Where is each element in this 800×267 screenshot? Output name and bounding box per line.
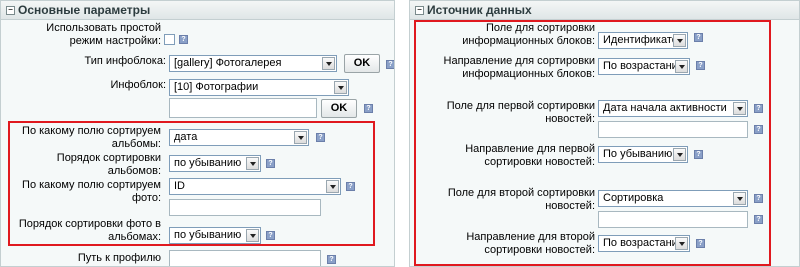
news-sort1-value: Дата начала активности xyxy=(603,102,727,114)
profile-path-input[interactable] xyxy=(169,250,321,266)
panel-title: Основные параметры xyxy=(18,3,151,17)
iblock-type-ok-button[interactable]: OK xyxy=(344,54,380,73)
help-icon[interactable]: ? xyxy=(754,194,763,203)
iblock-sort-dir-value: По возрастанию xyxy=(603,60,687,72)
main-parameters-panel: − Основные параметры Использовать просто… xyxy=(0,0,395,267)
album-sort-field-value: дата xyxy=(174,131,198,143)
help-icon[interactable]: ? xyxy=(364,104,373,113)
chevron-down-icon xyxy=(673,34,686,47)
chevron-down-icon xyxy=(675,237,688,250)
news-dir1-value: По убыванию xyxy=(603,148,673,160)
chevron-down-icon xyxy=(334,81,347,94)
iblock-label: Инфоблок: xyxy=(110,79,166,91)
simple-mode-checkbox[interactable] xyxy=(164,34,175,45)
chevron-down-icon xyxy=(733,192,746,205)
chevron-down-icon xyxy=(675,60,688,73)
panel-title: Источник данных xyxy=(427,3,532,17)
news-dir2-value: По возрастанию xyxy=(603,237,687,249)
help-icon[interactable]: ? xyxy=(696,61,705,70)
iblock-type-label: Тип инфоблока: xyxy=(84,55,166,67)
news-sort2-select[interactable]: Сортировка xyxy=(598,190,748,207)
photo-sort-field-label: По какому полю сортируем фото: xyxy=(22,179,161,204)
chevron-down-icon xyxy=(673,148,686,161)
minus-icon[interactable]: − xyxy=(415,6,424,15)
news-dir2-label: Направление для второй сортировки новост… xyxy=(466,231,595,256)
help-icon[interactable]: ? xyxy=(266,231,275,240)
album-sort-field-select[interactable]: дата xyxy=(169,129,309,146)
iblock-sort-field-value: Идентификатор xyxy=(603,34,684,46)
chevron-down-icon xyxy=(326,180,339,193)
main-parameters-header[interactable]: − Основные параметры xyxy=(1,1,394,20)
help-icon[interactable]: ? xyxy=(754,104,763,113)
chevron-down-icon xyxy=(733,102,746,115)
album-sort-order-label: Порядок сортировки альбомов: xyxy=(56,152,161,177)
news-sort1-label: Поле для первой сортировки новостей: xyxy=(446,100,595,125)
news-dir1-label: Направление для первой сортировки новост… xyxy=(465,143,595,168)
news-dir2-select[interactable]: По возрастанию xyxy=(598,235,690,252)
chevron-down-icon xyxy=(322,57,335,70)
iblock-type-value: [gallery] Фотогалерея xyxy=(174,57,282,69)
help-icon[interactable]: ? xyxy=(696,239,705,248)
photo-sort-order-select[interactable]: по убыванию xyxy=(169,227,261,244)
album-sort-field-label: По какому полю сортируем альбомы: xyxy=(22,125,161,150)
news-sort1-extra-input[interactable] xyxy=(598,121,748,138)
iblock-select[interactable]: [10] Фотографии xyxy=(169,79,349,96)
data-source-panel: − Источник данных Поле для сортировки ин… xyxy=(409,0,800,267)
iblock-extra-input[interactable] xyxy=(169,98,317,118)
photo-sort-order-value: по убыванию xyxy=(174,229,242,241)
news-sort2-value: Сортировка xyxy=(603,192,664,204)
news-sort2-label: Поле для второй сортировки новостей: xyxy=(447,187,595,212)
iblock-sort-field-label: Поле для сортировки информационных блоко… xyxy=(462,22,595,47)
photo-sort-field-value: ID xyxy=(174,180,185,192)
data-source-header[interactable]: − Источник данных xyxy=(410,1,799,20)
help-icon[interactable]: ? xyxy=(327,255,336,264)
iblock-value: [10] Фотографии xyxy=(174,81,259,93)
news-dir1-select[interactable]: По убыванию xyxy=(598,146,688,163)
chevron-down-icon xyxy=(246,229,259,242)
photo-sort-order-label: Порядок сортировки фото в альбомах: xyxy=(18,218,161,243)
help-icon[interactable]: ? xyxy=(694,33,703,42)
news-sort1-select[interactable]: Дата начала активности xyxy=(598,100,748,117)
album-sort-order-select[interactable]: по убыванию xyxy=(169,155,261,172)
iblock-sort-field-select[interactable]: Идентификатор xyxy=(598,32,688,49)
iblock-sort-dir-label: Направление для сортировки информационны… xyxy=(443,55,595,80)
help-icon[interactable]: ? xyxy=(346,182,355,191)
help-icon[interactable]: ? xyxy=(754,125,763,134)
help-icon[interactable]: ? xyxy=(266,159,275,168)
help-icon[interactable]: ? xyxy=(694,150,703,159)
help-icon[interactable]: ? xyxy=(386,60,394,69)
album-sort-order-value: по убыванию xyxy=(174,157,242,169)
minus-icon[interactable]: − xyxy=(6,6,15,15)
help-icon[interactable]: ? xyxy=(754,215,763,224)
simple-mode-label: Использовать простой режим настройки: xyxy=(46,22,161,47)
chevron-down-icon xyxy=(294,131,307,144)
news-sort2-extra-input[interactable] xyxy=(598,211,748,228)
iblock-sort-dir-select[interactable]: По возрастанию xyxy=(598,58,690,75)
help-icon[interactable]: ? xyxy=(179,35,188,44)
iblock-type-select[interactable]: [gallery] Фотогалерея xyxy=(169,55,337,72)
iblock-ok-button[interactable]: OK xyxy=(321,99,357,118)
help-icon[interactable]: ? xyxy=(316,133,325,142)
photo-sort-extra-input[interactable] xyxy=(169,199,321,216)
profile-path-label: Путь к профилю пользователя: xyxy=(77,252,161,266)
chevron-down-icon xyxy=(246,157,259,170)
photo-sort-field-select[interactable]: ID xyxy=(169,178,341,195)
